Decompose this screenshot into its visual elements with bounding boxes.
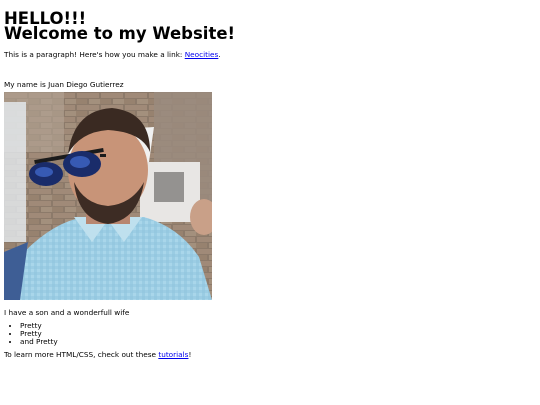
list-item: Pretty xyxy=(20,322,536,330)
portrait-photo xyxy=(4,92,212,300)
portrait-photo-svg xyxy=(4,92,212,300)
pretty-list: Pretty Pretty and Pretty xyxy=(4,322,536,346)
family-paragraph: I have a son and a wonderfull wife xyxy=(4,308,130,317)
list-item: and Pretty xyxy=(20,338,536,346)
heading-welcome: Welcome to my Website! xyxy=(4,24,236,43)
outro-text: To learn more HTML/CSS, check out these xyxy=(4,350,159,359)
page-content: HELLO!!! Welcome to my Website! This is … xyxy=(4,0,536,359)
outro-paragraph: To learn more HTML/CSS, check out these … xyxy=(4,351,536,359)
name-paragraph: My name is Juan Diego Gutierrez xyxy=(4,80,124,89)
intro-text: This is a paragraph! Here's how you make… xyxy=(4,50,185,59)
outro-end: ! xyxy=(188,350,192,359)
tutorials-link[interactable]: tutorials xyxy=(158,350,188,359)
intro-end: . xyxy=(218,50,221,59)
list-item: Pretty xyxy=(20,330,536,338)
intro-paragraph: This is a paragraph! Here's how you make… xyxy=(4,51,536,59)
neocities-link[interactable]: Neocities xyxy=(185,50,219,59)
